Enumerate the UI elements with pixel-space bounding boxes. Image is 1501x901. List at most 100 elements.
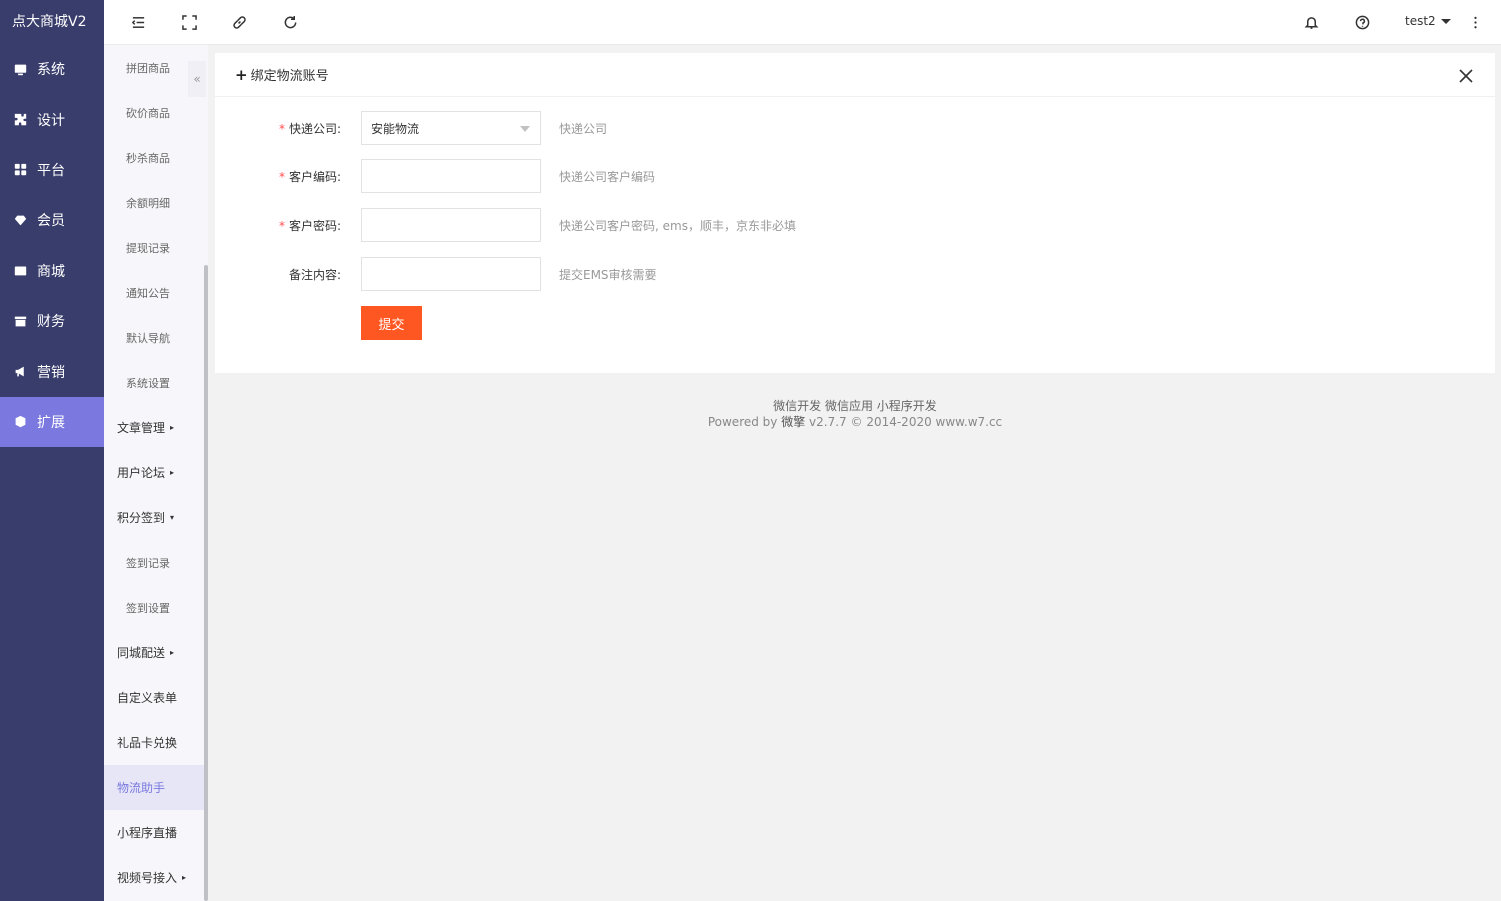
caret-right-icon: ▸ bbox=[170, 468, 175, 477]
sidebar-item-platform[interactable]: 平台 bbox=[0, 145, 104, 195]
form-row-company: * 快递公司: 安能物流 快递公司 bbox=[215, 111, 1495, 145]
footer-links: 微信开发 微信应用 小程序开发 bbox=[773, 399, 937, 413]
form-row-customer-password: * 客户密码: 快递公司客户密码, ems，顺丰，京东非必填 bbox=[215, 208, 1495, 242]
footer-brand[interactable]: 微擎 bbox=[781, 415, 805, 429]
field-label: * 客户编码: bbox=[278, 170, 341, 184]
subnav-item-label: 默认导航 bbox=[126, 331, 170, 345]
more-icon[interactable] bbox=[1466, 13, 1484, 31]
user-menu[interactable]: test2 bbox=[1405, 14, 1451, 28]
subnav-item[interactable]: 秒杀商品 bbox=[104, 135, 208, 180]
customer-code-input[interactable] bbox=[361, 159, 541, 193]
sidebar-item-label: 系统 bbox=[37, 62, 65, 79]
subnav-item[interactable]: 视频号接入 ▸ bbox=[104, 855, 208, 900]
subnav-item[interactable]: 签到记录 bbox=[104, 540, 208, 585]
subnav-item-label: 提现记录 bbox=[126, 241, 170, 255]
subnav-item-label: 签到记录 bbox=[126, 556, 170, 570]
field-tip: 快递公司 bbox=[559, 122, 608, 136]
sidebar-item-system[interactable]: 系统 bbox=[0, 44, 104, 94]
sidebar-item-label: 会员 bbox=[37, 213, 65, 230]
sidebar-item-mall[interactable]: 商城 bbox=[0, 246, 104, 296]
subnav-item[interactable]: 提现记录 bbox=[104, 225, 208, 270]
subnav-item[interactable]: 礼品卡兑换 bbox=[104, 720, 208, 765]
subnav-item[interactable]: 物流助手 bbox=[104, 765, 208, 810]
refresh-icon[interactable] bbox=[281, 13, 299, 31]
subnav-item-label: 物流助手 bbox=[117, 781, 166, 795]
mail-icon bbox=[12, 263, 28, 279]
subnav-list: 拼团商品 砍价商品 秒杀商品 余额明细 提现记录 通知公告 默认导航 系统设置 文章管理 ▸ 用户论… bbox=[104, 45, 208, 900]
subnav-scrollbar[interactable] bbox=[204, 265, 208, 901]
subnav-item[interactable]: 同城配送 ▸ bbox=[104, 630, 208, 675]
subnav-item-label: 小程序直播 bbox=[117, 826, 178, 840]
subnav-item-label: 余额明细 bbox=[126, 196, 170, 210]
bell-icon[interactable] bbox=[1302, 13, 1320, 31]
top-header: test2 bbox=[104, 0, 1501, 45]
app-logo-title: 点大商城V2 bbox=[12, 14, 87, 30]
subnav-item[interactable]: 积分签到 ▾ bbox=[104, 495, 208, 540]
sidebar-item-label: 平台 bbox=[37, 162, 65, 179]
subnav-item-label: 砍价商品 bbox=[126, 106, 170, 120]
sidebar-item-member[interactable]: 会员 bbox=[0, 195, 104, 245]
customer-password-input[interactable] bbox=[361, 208, 541, 242]
field-label: 备注内容: bbox=[288, 268, 341, 282]
subnav-item-label: 秒杀商品 bbox=[126, 151, 170, 165]
panel-title: 绑定物流账号 bbox=[250, 69, 329, 84]
page-footer: 微信开发 微信应用 小程序开发 Powered by 微擎 v2.7.7 © 2… bbox=[215, 398, 1495, 430]
subnav-item-label: 礼品卡兑换 bbox=[117, 736, 178, 750]
subnav-item-label: 拼团商品 bbox=[126, 61, 170, 75]
help-icon[interactable] bbox=[1353, 13, 1371, 31]
subnav-item-label: 用户论坛 bbox=[117, 466, 166, 480]
sidebar-item-marketing[interactable]: 营销 bbox=[0, 346, 104, 396]
form-row-remark: 备注内容: 提交EMS审核需要 bbox=[215, 257, 1495, 291]
subnav-item[interactable]: 自定义表单 bbox=[104, 675, 208, 720]
link-icon[interactable] bbox=[230, 13, 248, 31]
collapse-subnav-icon[interactable]: « bbox=[188, 61, 206, 97]
fullscreen-icon[interactable] bbox=[180, 13, 198, 31]
main-sidebar: 点大商城V2 系统 设计 平台 会员 商城 财务 营销 扩展 bbox=[0, 0, 104, 901]
subnav-item[interactable]: 文章管理 ▸ bbox=[104, 405, 208, 450]
subnav-item[interactable]: 系统设置 bbox=[104, 360, 208, 405]
subnav-item[interactable]: 签到设置 bbox=[104, 585, 208, 630]
field-tip: 提交EMS审核需要 bbox=[559, 268, 657, 282]
subnav-item[interactable]: 余额明细 bbox=[104, 180, 208, 225]
field-tip: 快递公司客户编码 bbox=[559, 170, 656, 184]
subnav-item[interactable]: 默认导航 bbox=[104, 315, 208, 360]
caret-right-icon: ▸ bbox=[170, 648, 175, 657]
subnav-item-label: 积分签到 bbox=[117, 511, 166, 525]
express-company-select[interactable]: 安能物流 bbox=[361, 111, 541, 145]
caret-right-icon: ▸ bbox=[170, 423, 175, 432]
monitor-icon bbox=[12, 61, 28, 77]
chevron-down-icon bbox=[520, 126, 530, 132]
plus-icon: + bbox=[235, 65, 248, 84]
grid-icon bbox=[12, 162, 28, 178]
sidebar-item-label: 商城 bbox=[37, 263, 65, 280]
username: test2 bbox=[1405, 14, 1436, 28]
panel-header: + 绑定物流账号 bbox=[215, 53, 1495, 97]
form-row-customer-code: * 客户编码: 快递公司客户编码 bbox=[215, 159, 1495, 193]
sidebar-item-label: 财务 bbox=[37, 314, 65, 331]
megaphone-icon bbox=[12, 364, 28, 380]
sidebar-item-extension[interactable]: 扩展 bbox=[0, 396, 104, 448]
subnav-item-label: 签到设置 bbox=[126, 601, 170, 615]
submit-button[interactable]: 提交 bbox=[361, 306, 422, 340]
footer-powered: Powered by 微擎 v2.7.7 © 2014-2020 www.w7.… bbox=[707, 415, 1003, 429]
caret-down-icon bbox=[1440, 19, 1451, 24]
remark-input[interactable] bbox=[361, 257, 541, 291]
subnav-item[interactable]: 通知公告 bbox=[104, 270, 208, 315]
archive-icon bbox=[12, 313, 28, 329]
subnav-item-label: 自定义表单 bbox=[117, 691, 178, 705]
caret-down-icon: ▾ bbox=[170, 513, 175, 522]
subnav-item[interactable]: 用户论坛 ▸ bbox=[104, 450, 208, 495]
menu-fold-icon[interactable] bbox=[129, 13, 147, 31]
diamond-icon bbox=[12, 212, 28, 228]
subnav-item[interactable]: 小程序直播 bbox=[104, 810, 208, 855]
sub-sidebar: « 拼团商品 砍价商品 秒杀商品 余额明细 提现记录 通知公告 默认导航 系统设置 文章管理 ▸ 用… bbox=[104, 45, 208, 901]
caret-right-icon: ▸ bbox=[182, 873, 187, 882]
subnav-item-label: 文章管理 bbox=[117, 421, 166, 435]
sidebar-item-label: 营销 bbox=[37, 364, 65, 381]
bind-logistics-panel: + 绑定物流账号 * 快递公司: 安能物流 快递公司 * 客户编码: 快递公司客户编… bbox=[215, 53, 1495, 373]
sidebar-item-design[interactable]: 设计 bbox=[0, 94, 104, 144]
subnav-item-label: 系统设置 bbox=[126, 376, 170, 390]
field-label: * 客户密码: bbox=[278, 219, 341, 233]
sidebar-item-finance[interactable]: 财务 bbox=[0, 296, 104, 346]
close-icon[interactable] bbox=[1459, 69, 1475, 85]
